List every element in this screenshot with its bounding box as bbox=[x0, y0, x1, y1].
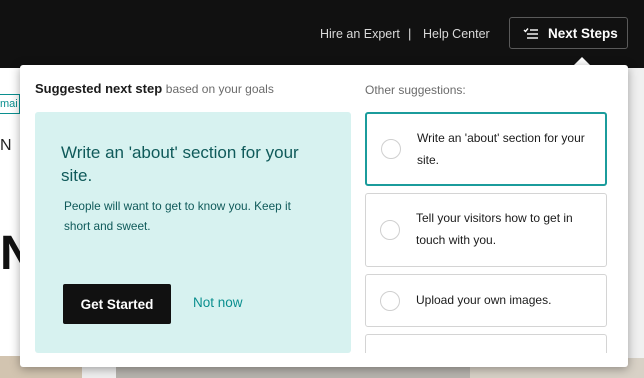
help-center-link[interactable]: Help Center bbox=[423, 27, 490, 41]
not-now-link[interactable]: Not now bbox=[193, 295, 243, 310]
next-steps-label: Next Steps bbox=[548, 25, 618, 41]
checklist-icon bbox=[523, 28, 538, 39]
radio-circle-icon[interactable] bbox=[381, 139, 401, 159]
suggested-next-step-title: Suggested next step based on your goals bbox=[35, 81, 274, 96]
background-heading: N bbox=[0, 227, 20, 280]
suggestion-description: People will want to get to know you. Kee… bbox=[64, 199, 291, 233]
option-label: Write an 'about' section for your site. bbox=[417, 131, 585, 167]
suggestion-option-partial[interactable] bbox=[365, 334, 607, 353]
next-steps-button[interactable]: Next Steps bbox=[509, 17, 628, 49]
background-chip: mai bbox=[0, 94, 20, 114]
suggestion-option[interactable]: Write an 'about' section for your site. bbox=[365, 112, 607, 186]
radio-circle-icon[interactable] bbox=[380, 220, 400, 240]
suggestion-option[interactable]: Tell your visitors how to get in touch w… bbox=[365, 193, 607, 267]
suggestion-heading: Write an 'about' section for your site. bbox=[61, 143, 299, 185]
suggested-label: Suggested next step bbox=[35, 81, 163, 96]
hire-an-expert-link[interactable]: Hire an Expert bbox=[320, 27, 400, 41]
other-suggestions-title: Other suggestions: bbox=[365, 83, 466, 97]
page-background bbox=[0, 68, 20, 378]
suggestion-option[interactable]: Upload your own images. bbox=[365, 274, 607, 327]
suggested-subtitle: based on your goals bbox=[165, 82, 274, 96]
option-label: Tell your visitors how to get in touch w… bbox=[416, 211, 573, 247]
get-started-button[interactable]: Get Started bbox=[63, 284, 171, 324]
header-separator: | bbox=[408, 26, 412, 41]
radio-circle-icon[interactable] bbox=[380, 291, 400, 311]
option-label: Upload your own images. bbox=[416, 293, 552, 307]
